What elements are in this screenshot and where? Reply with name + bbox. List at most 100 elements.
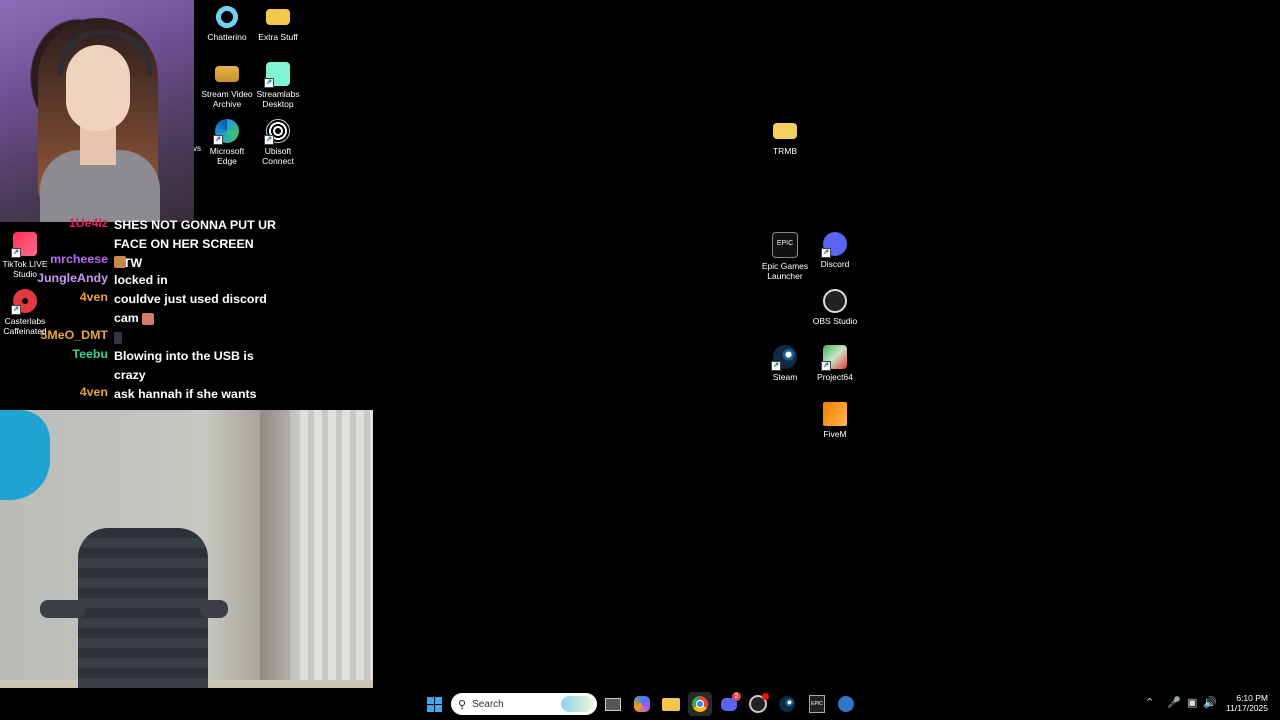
desktop-icon-label: Caffeinated: [3, 326, 47, 336]
start-button[interactable]: [422, 692, 446, 716]
chat-username: 4ven: [79, 290, 108, 304]
clock-date: 11/17/2025: [1226, 703, 1268, 713]
desktop-icon-label: TRMB: [772, 146, 798, 156]
taskbar-copilot[interactable]: [630, 692, 654, 716]
desktop-icon-ubisoft-connect[interactable]: ↗ Ubisoft Connect: [250, 119, 306, 166]
folder-icon: [266, 9, 290, 25]
epic-games-icon: EPIC: [809, 695, 825, 713]
chat-text: [114, 252, 284, 271]
fivem-icon: [823, 402, 847, 426]
shortcut-arrow-icon: ↗: [11, 305, 21, 315]
desktop-icon-casterlabs[interactable]: ↗ Casterlabs Caffeinated: [0, 289, 53, 336]
webcam-blue-object: [0, 410, 50, 500]
webcam-chair-arm: [40, 600, 86, 618]
emote-icon: [114, 331, 122, 344]
webcam-curtain: [300, 410, 373, 720]
taskbar-file-explorer[interactable]: [659, 692, 683, 716]
edge-icon: ↗: [213, 119, 239, 145]
webcam-overlay-room: [0, 410, 373, 720]
desktop-icon-label: Ubisoft: [264, 146, 292, 156]
taskbar-discord[interactable]: 2: [717, 692, 741, 716]
desktop-icon-label: OBS Studio: [812, 316, 858, 326]
desktop-icon-fivem[interactable]: FiveM: [807, 402, 863, 439]
casterlabs-icon: ↗: [11, 289, 37, 315]
desktop-icon-label: Casterlabs: [4, 316, 46, 326]
copilot-icon: [634, 696, 650, 712]
app-icon: [838, 696, 854, 712]
desktop-icon-epic-games[interactable]: EPIC Epic Games Launcher: [757, 232, 813, 281]
chat-text: [114, 328, 284, 347]
desktop-icon-microsoft-edge[interactable]: ↗ Microsoft Edge: [199, 119, 255, 166]
desktop-icon-obs-studio[interactable]: OBS Studio: [807, 289, 863, 326]
desktop-icon-label: Launcher: [767, 271, 803, 281]
desktop-icon-steam[interactable]: ↗ Steam: [757, 345, 813, 382]
desktop-icon-streamlabs[interactable]: ↗ Streamlabs Desktop: [250, 62, 306, 109]
partial-icon-label: vs: [193, 144, 201, 153]
taskbar-search-box[interactable]: ⚲ Search: [451, 693, 597, 715]
show-hidden-icons-chevron-icon[interactable]: ⌃: [1145, 696, 1154, 709]
recording-dot-icon: [762, 693, 769, 700]
desktop-icon-label: Chatterino: [207, 32, 247, 42]
webcam-chair-arm: [200, 600, 228, 618]
desktop-icon-discord[interactable]: ↗ Discord: [807, 232, 863, 269]
desktop-icon-tiktok-live-studio[interactable]: ↗ TikTok LIVE Studio: [0, 232, 53, 279]
shortcut-arrow-icon: ↗: [264, 78, 274, 88]
taskbar-steam[interactable]: [775, 692, 799, 716]
webcam-door: [260, 410, 290, 720]
emote-icon: [114, 255, 126, 268]
obs-icon: [823, 289, 847, 313]
shortcut-arrow-icon: ↗: [821, 361, 831, 371]
shortcut-arrow-icon: ↗: [11, 248, 21, 258]
desktop-icon-label: Studio: [12, 269, 38, 279]
desktop-icon-chatterino[interactable]: Chatterino: [199, 5, 255, 42]
webcam-overlay-streamer: [0, 0, 194, 222]
chrome-icon: [692, 696, 708, 712]
desktop-icon-project64[interactable]: ↗ Project64: [807, 345, 863, 382]
desktop-icon-label: TikTok LIVE: [2, 259, 48, 269]
desktop-icon-label: Archive: [212, 99, 242, 109]
chatterino-icon: [215, 5, 239, 29]
desktop-icon-label: Desktop: [262, 99, 294, 109]
ubisoft-icon: ↗: [264, 119, 290, 145]
taskbar-epic-games[interactable]: EPIC: [805, 692, 829, 716]
desktop-icon-label: FiveM: [823, 429, 847, 439]
folder-icon: [773, 123, 797, 139]
chat-username: 1Ue4lz: [68, 218, 108, 230]
microphone-icon[interactable]: 🎤: [1167, 696, 1181, 709]
search-icon: ⚲: [458, 698, 467, 711]
desktop-icon-label: Streamlabs: [256, 89, 300, 99]
chat-text: Blowing into the USB is crazy: [114, 349, 254, 382]
chat-username: 4ven: [79, 385, 108, 399]
desktop-icon-label: Extra Stuff: [258, 32, 298, 42]
desktop-icon-label: Epic Games: [761, 261, 809, 271]
taskbar-clock[interactable]: 6:10 PM 11/17/2025: [1226, 693, 1268, 713]
taskbar-task-view[interactable]: [601, 692, 625, 716]
volume-icon[interactable]: 🔊: [1203, 696, 1217, 709]
desktop-icon-label: Connect: [262, 156, 294, 166]
desktop-icon-label: Stream Video: [201, 89, 253, 99]
chat-username: Teebu: [72, 347, 108, 361]
taskbar-ubisoft[interactable]: [834, 692, 858, 716]
taskbar: ⚲ Search 2 EPIC ⌃ 🎤 ▣ 🔊 6:10 PM 11/17/20…: [0, 688, 1280, 720]
desktop-icon-label: Edge: [217, 156, 237, 166]
desktop-icon-label: Steam: [772, 372, 798, 382]
network-icon[interactable]: ▣: [1187, 696, 1197, 709]
emote-icon: [142, 312, 155, 325]
taskbar-chrome[interactable]: [688, 692, 712, 716]
task-view-icon: [605, 697, 621, 711]
steam-icon: ↗: [771, 345, 797, 371]
chat-text-content: couldve just used discord cam: [114, 292, 267, 325]
desktop-icon-extra-stuff[interactable]: Extra Stuff: [250, 5, 306, 42]
project64-icon: ↗: [821, 345, 847, 371]
chat-text: ask hannah if she wants: [114, 387, 257, 401]
taskbar-obs[interactable]: [746, 692, 770, 716]
desktop-icon-label: Project64: [817, 372, 853, 382]
shortcut-arrow-icon: ↗: [264, 135, 274, 145]
desktop-icon-trmb[interactable]: TRMB: [757, 119, 813, 156]
windows-logo-icon: [426, 696, 442, 712]
shortcut-arrow-icon: ↗: [771, 361, 781, 371]
epic-games-icon: EPIC: [772, 232, 798, 258]
streamlabs-icon: ↗: [264, 62, 290, 88]
desktop-icon-stream-video-archive[interactable]: Stream Video Archive: [199, 62, 255, 109]
desktop-icon-label: Microsoft: [209, 146, 245, 156]
